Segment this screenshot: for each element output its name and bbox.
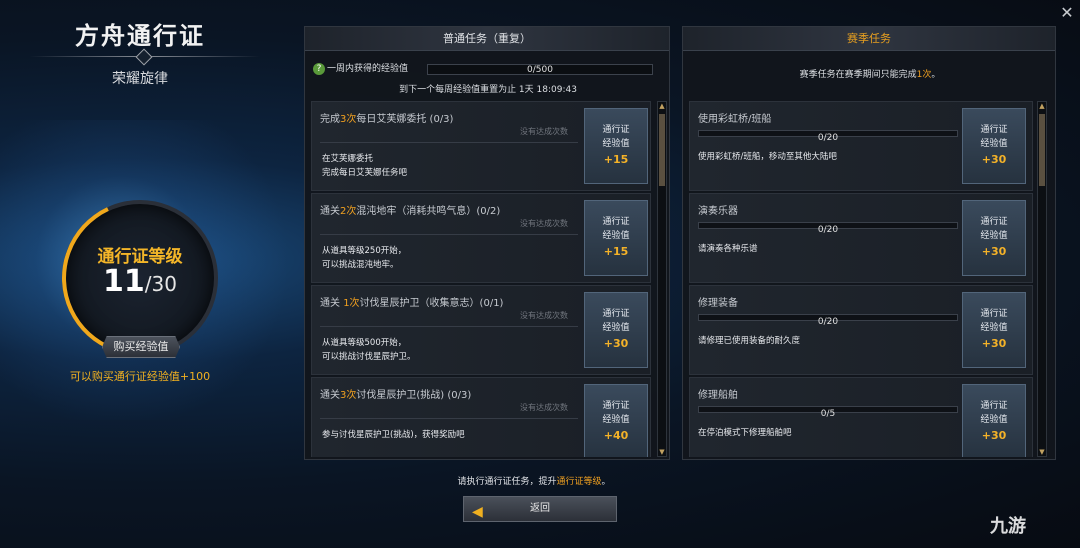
reward-box: 通行证 经验值 +30 bbox=[962, 384, 1026, 457]
reward-box: 通行证 经验值 +15 bbox=[584, 108, 648, 184]
season-task-card[interactable]: 演奏乐器 0/20 请演奏各种乐谱 通行证 经验值 +30 bbox=[689, 193, 1033, 283]
reward-box: 通行证 经验值 +30 bbox=[962, 108, 1026, 184]
footer-note: 请执行通行证任务，提升通行证等级。 bbox=[457, 477, 611, 487]
reward-box: 通行证 经验值 +30 bbox=[962, 200, 1026, 276]
pass-title: 方舟通行证 bbox=[75, 22, 205, 50]
normal-task-list: 完成3次每日艾芙娜委托 (0/3) 没有达成次数 在艾芙娜委托 完成每日艾芙娜任务… bbox=[311, 101, 651, 457]
season-tasks-header: 赛季任务 bbox=[683, 27, 1055, 51]
reward-box: 通行证 经验值 +30 bbox=[962, 292, 1026, 368]
normal-tasks-panel: 普通任务（重复） ? 一周内获得的经验值 0/500 到下一个每周经验值重置为止 … bbox=[304, 26, 670, 460]
close-icon[interactable]: ✕ bbox=[1058, 4, 1076, 22]
season-task-card[interactable]: 修理船舶 0/5 在停泊模式下修理船舶吧 通行证 经验值 +30 bbox=[689, 377, 1033, 457]
weekly-exp: ? 一周内获得的经验值 0/500 bbox=[313, 61, 663, 77]
task-desc: 从道具等级250开始， 可以挑战混沌地牢。 bbox=[322, 246, 407, 270]
task-title: 通关 1次讨伐星辰护卫（收集意志）(0/1) bbox=[320, 298, 504, 309]
watermark-logo: 九游 bbox=[990, 516, 1026, 537]
reward-box: 通行证 经验值 +40 bbox=[584, 384, 648, 457]
task-progress: 0/20 bbox=[817, 225, 839, 235]
task-desc: 请修理已使用装备的耐久度 bbox=[698, 336, 801, 346]
back-arrow-icon: ◀ bbox=[472, 504, 483, 520]
task-desc: 在艾芙娜委托 完成每日艾芙娜任务吧 bbox=[322, 154, 408, 178]
task-progress: 0/20 bbox=[817, 133, 839, 143]
task-card[interactable]: 通关3次讨伐星辰护卫(挑战) (0/3) 没有达成次数 参与讨伐星辰护卫(挑战)… bbox=[311, 377, 651, 457]
level-current: 11 bbox=[103, 264, 145, 299]
scroll-down-icon[interactable]: ▼ bbox=[658, 448, 666, 456]
task-card[interactable]: 通关2次混沌地牢（消耗共鸣气息）(0/2) 没有达成次数 从道具等级250开始，… bbox=[311, 193, 651, 283]
task-divider bbox=[320, 326, 578, 327]
task-state: 没有达成次数 bbox=[520, 219, 568, 228]
reward-box: 通行证 经验值 +30 bbox=[584, 292, 648, 368]
buy-exp-button[interactable]: 购买经验值 bbox=[102, 336, 180, 358]
task-desc: 使用彩虹桥/班船，移动至其他大陆吧 bbox=[698, 152, 837, 162]
task-title: 通关2次混沌地牢（消耗共鸣气息）(0/2) bbox=[320, 206, 501, 217]
task-desc: 从道具等级500开始， 可以挑战讨伐星辰护卫。 bbox=[322, 338, 416, 362]
task-desc: 请演奏各种乐谱 bbox=[698, 244, 758, 254]
task-progress: 0/5 bbox=[820, 409, 836, 419]
scroll-up-icon[interactable]: ▲ bbox=[1038, 102, 1046, 110]
task-title: 使用彩虹桥/班船 bbox=[698, 114, 772, 125]
title-ornament-icon bbox=[135, 48, 153, 66]
task-card[interactable]: 通关 1次讨伐星辰护卫（收集意志）(0/1) 没有达成次数 从道具等级500开始… bbox=[311, 285, 651, 375]
back-label: 返回 bbox=[530, 503, 550, 514]
season-scrollbar[interactable]: ▲ ▼ bbox=[1037, 101, 1047, 457]
weekly-exp-value: 0/500 bbox=[527, 65, 553, 75]
help-icon[interactable]: ? bbox=[313, 62, 325, 75]
task-title: 通关3次讨伐星辰护卫(挑战) (0/3) bbox=[320, 390, 472, 401]
scroll-up-icon[interactable]: ▲ bbox=[658, 102, 666, 110]
task-state: 没有达成次数 bbox=[520, 403, 568, 412]
season-task-card[interactable]: 使用彩虹桥/班船 0/20 使用彩虹桥/班船，移动至其他大陆吧 通行证 经验值 +3… bbox=[689, 101, 1033, 191]
task-divider bbox=[320, 142, 578, 143]
season-task-list: 使用彩虹桥/班船 0/20 使用彩虹桥/班船，移动至其他大陆吧 通行证 经验值 +3… bbox=[689, 101, 1033, 457]
weekly-reset-timer: 到下一个每周经验值重置为止 1天 18:09:43 bbox=[399, 85, 577, 95]
scroll-down-icon[interactable]: ▼ bbox=[1038, 448, 1046, 456]
task-state: 没有达成次数 bbox=[520, 311, 568, 320]
season-tasks-panel: 赛季任务 赛季任务在赛季期间只能完成1次。 使用彩虹桥/班船 0/20 使用彩虹… bbox=[682, 26, 1056, 460]
task-title: 演奏乐器 bbox=[698, 206, 738, 217]
buy-exp-note: 可以购买通行证经验值+100 bbox=[69, 370, 211, 383]
task-desc: 在停泊模式下修理船舶吧 bbox=[698, 428, 792, 438]
pass-subtitle: 荣耀旋律 bbox=[112, 71, 168, 87]
task-divider bbox=[320, 234, 578, 235]
task-title: 修理装备 bbox=[698, 298, 738, 309]
reward-box: 通行证 经验值 +15 bbox=[584, 200, 648, 276]
task-card[interactable]: 完成3次每日艾芙娜委托 (0/3) 没有达成次数 在艾芙娜委托 完成每日艾芙娜任务… bbox=[311, 101, 651, 191]
scroll-thumb[interactable] bbox=[659, 114, 665, 186]
task-divider bbox=[320, 418, 578, 419]
task-desc: 参与讨伐星辰护卫(挑战)，获得奖励吧 bbox=[322, 430, 465, 440]
task-title: 完成3次每日艾芙娜委托 (0/3) bbox=[320, 114, 454, 125]
weekly-exp-bar: 0/500 bbox=[427, 64, 653, 75]
level-total: /30 bbox=[144, 272, 177, 296]
season-note: 赛季任务在赛季期间只能完成1次。 bbox=[799, 70, 941, 80]
task-progress: 0/20 bbox=[817, 317, 839, 327]
task-state: 没有达成次数 bbox=[520, 127, 568, 136]
level-value: 11/30 bbox=[62, 264, 218, 299]
scroll-thumb[interactable] bbox=[1039, 114, 1045, 186]
season-task-card[interactable]: 修理装备 0/20 请修理已使用装备的耐久度 通行证 经验值 +30 bbox=[689, 285, 1033, 375]
task-title: 修理船舶 bbox=[698, 390, 738, 401]
normal-scrollbar[interactable]: ▲ ▼ bbox=[657, 101, 667, 457]
back-button[interactable]: ◀ 返回 bbox=[463, 496, 617, 522]
normal-tasks-header: 普通任务（重复） bbox=[305, 27, 669, 51]
weekly-label: 一周内获得的经验值 bbox=[327, 64, 409, 74]
